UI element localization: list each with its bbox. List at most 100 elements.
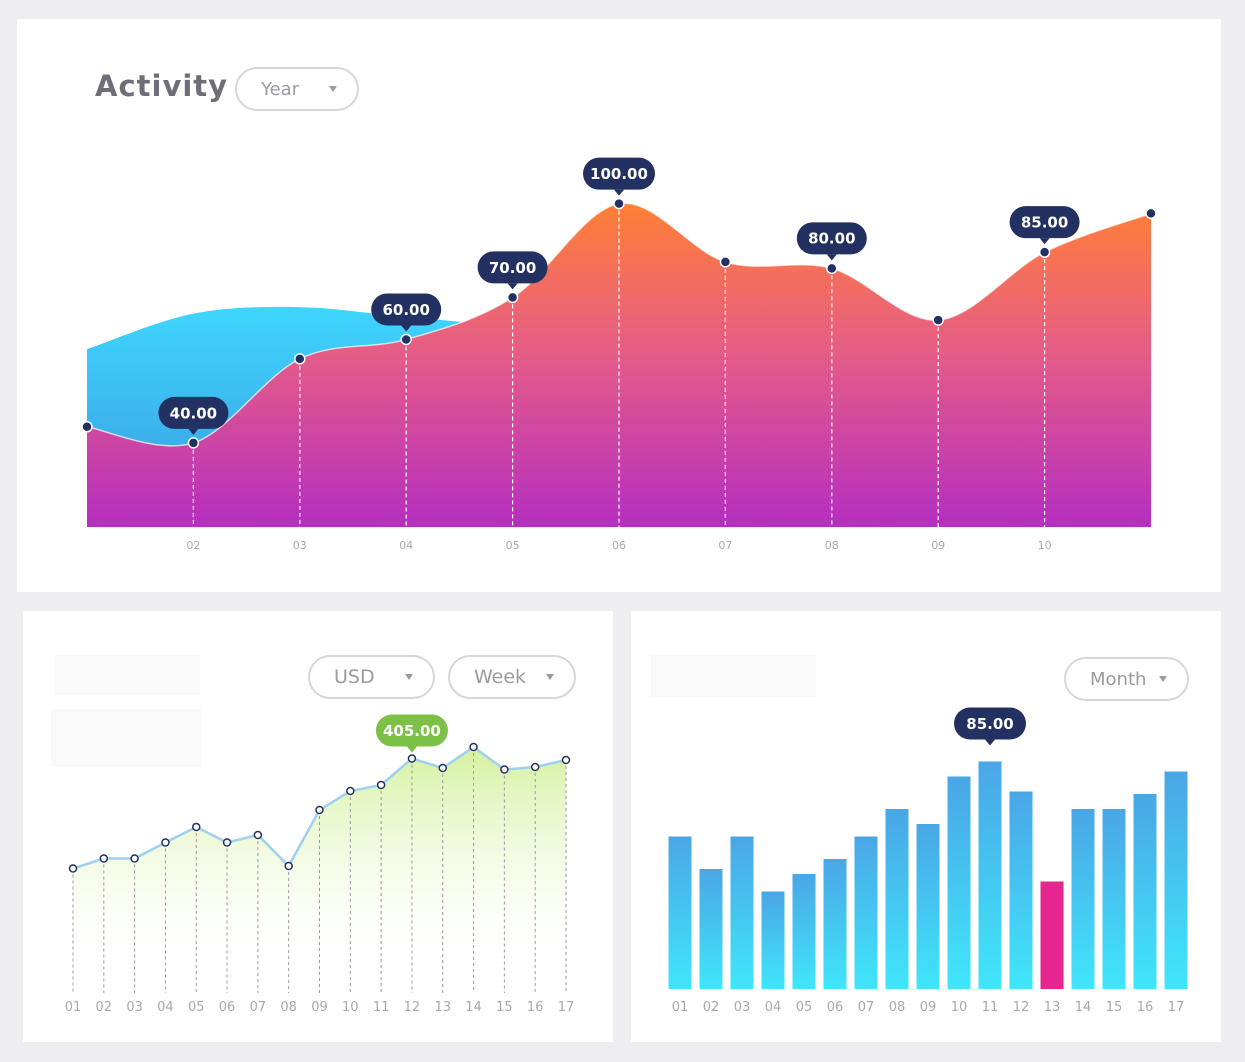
- data-label: 405.00: [375, 714, 448, 753]
- data-point[interactable]: [438, 763, 447, 773]
- x-tick-label: 10: [342, 1000, 359, 1015]
- bar[interactable]: [699, 869, 723, 989]
- data-point[interactable]: [506, 291, 519, 304]
- x-tick-label: 07: [250, 1000, 267, 1015]
- line-chart-panel: USD Week 405.00 01 02 03 04 05 06 07 08 09 10 11 12…: [23, 611, 613, 1042]
- x-tick-label: 05: [506, 539, 520, 552]
- bar[interactable]: [730, 836, 754, 990]
- x-tick-label: 17: [1168, 1000, 1185, 1015]
- data-label-text: 40.00: [170, 404, 217, 422]
- bar[interactable]: [947, 776, 971, 990]
- bar[interactable]: [792, 874, 816, 989]
- x-tick-label: 11: [982, 1000, 999, 1015]
- x-tick-label: 10: [951, 1000, 968, 1015]
- x-tick-label: 06: [219, 1000, 236, 1015]
- data-point[interactable]: [613, 197, 625, 210]
- data-label: 85.00: [954, 707, 1026, 746]
- data-label-text: 70.00: [489, 259, 536, 277]
- data-point[interactable]: [68, 864, 78, 873]
- bar[interactable]: [978, 761, 1002, 990]
- x-tick-label: 04: [399, 539, 413, 552]
- x-tick-label: 13: [434, 1000, 451, 1015]
- data-label-text: 100.00: [590, 165, 648, 183]
- bar[interactable]: [1102, 809, 1126, 989]
- bar[interactable]: [1133, 794, 1157, 989]
- x-tick-label: 09: [311, 1000, 328, 1015]
- monthly-bar-chart: 85.00 01 02 03 04 05 06 07 08 09 10 11 12 13 14 15 16 17: [668, 707, 1188, 1015]
- x-tick-label: 06: [612, 539, 626, 552]
- bar[interactable]: [823, 859, 847, 989]
- data-label-text: 85.00: [966, 715, 1013, 733]
- data-point[interactable]: [222, 838, 232, 847]
- data-label: 100.00: [583, 157, 655, 196]
- bar[interactable]: [854, 836, 878, 990]
- data-point[interactable]: [294, 353, 306, 365]
- x-tick-label: 05: [188, 1000, 205, 1015]
- bar[interactable]: [668, 836, 692, 990]
- bar-highlighted[interactable]: [1040, 881, 1064, 990]
- x-tick-label: 02: [96, 1000, 113, 1015]
- data-point[interactable]: [81, 421, 93, 433]
- x-tick-label: 10: [1038, 539, 1052, 552]
- data-point[interactable]: [315, 805, 324, 815]
- x-tick-label: 08: [889, 1000, 906, 1015]
- x-tick-label: 07: [718, 539, 732, 552]
- data-point[interactable]: [192, 822, 201, 832]
- data-point[interactable]: [407, 754, 417, 763]
- data-point[interactable]: [253, 830, 263, 840]
- x-tick-label: 12: [1013, 1000, 1030, 1015]
- data-point[interactable]: [719, 256, 732, 268]
- data-label-text: 80.00: [808, 230, 855, 248]
- data-point[interactable]: [1145, 207, 1157, 220]
- x-tick-label: 02: [186, 539, 200, 552]
- bar-chart-panel: Month 85.00 01 02 03 04 05 06 07 08 09 10 11 12 13 14…: [631, 611, 1221, 1042]
- data-point[interactable]: [500, 765, 509, 774]
- data-point[interactable]: [99, 854, 109, 863]
- data-point[interactable]: [1038, 246, 1051, 258]
- x-tick-label: 14: [1075, 1000, 1092, 1015]
- data-point[interactable]: [346, 786, 355, 796]
- x-tick-label: 04: [157, 1000, 174, 1015]
- data-point[interactable]: [826, 262, 838, 275]
- bar[interactable]: [761, 891, 785, 990]
- data-label-text: 60.00: [382, 301, 429, 319]
- bar[interactable]: [1009, 791, 1033, 990]
- x-tick-label: 03: [126, 1000, 143, 1015]
- x-tick-label: 01: [672, 1000, 689, 1015]
- x-tick-label: 13: [1044, 1000, 1061, 1015]
- x-tick-label: 16: [1137, 1000, 1154, 1015]
- bar[interactable]: [916, 824, 940, 989]
- data-point[interactable]: [561, 755, 571, 765]
- x-tick-label: 03: [734, 1000, 751, 1015]
- bar[interactable]: [885, 809, 909, 989]
- weekly-line-chart: 405.00 01 02 03 04 05 06 07 08 09 10 11 12 13 14 15 16 1…: [65, 714, 575, 1015]
- x-tick-label: 01: [65, 1000, 82, 1015]
- data-point[interactable]: [530, 762, 540, 772]
- data-label: 85.00: [1009, 206, 1080, 245]
- data-point[interactable]: [187, 437, 200, 449]
- bar[interactable]: [1164, 771, 1188, 990]
- x-tick-label: 05: [796, 1000, 813, 1015]
- data-point[interactable]: [400, 333, 412, 346]
- data-label: 80.00: [796, 222, 867, 261]
- x-tick-label: 09: [920, 1000, 937, 1015]
- x-tick-label: 17: [558, 1000, 575, 1015]
- x-tick-label: 08: [825, 539, 839, 552]
- data-label-text: 85.00: [1021, 214, 1068, 232]
- x-tick-label: 16: [527, 1000, 544, 1015]
- data-point[interactable]: [469, 742, 478, 752]
- x-tick-label: 03: [293, 539, 307, 552]
- x-tick-label: 15: [1106, 1000, 1123, 1015]
- data-point[interactable]: [376, 780, 386, 790]
- x-tick-label: 11: [373, 1000, 390, 1015]
- x-tick-label: 06: [827, 1000, 844, 1015]
- data-point[interactable]: [130, 854, 139, 863]
- data-point[interactable]: [161, 838, 170, 847]
- data-point[interactable]: [284, 861, 293, 871]
- x-tick-label: 02: [703, 1000, 720, 1015]
- x-tick-label: 14: [465, 1000, 482, 1015]
- bar[interactable]: [1071, 809, 1095, 989]
- activity-area-chart: 40.00 60.00 70.00 100.00 80.00 85.00 02 03 04 05…: [81, 157, 1157, 552]
- activity-panel: Activity Year 40.00 60.00 70.00 100.00 80.00…: [17, 19, 1221, 592]
- data-point[interactable]: [932, 314, 944, 326]
